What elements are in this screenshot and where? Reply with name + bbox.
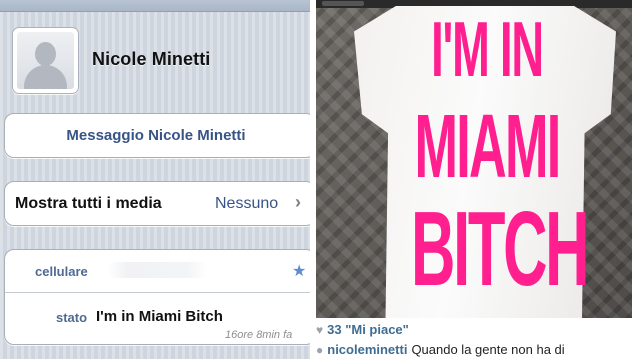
likes-row[interactable]: ♥ 33 "Mi piace" — [316, 322, 409, 337]
mobile-label: cellulare — [35, 264, 88, 279]
likes-count: 33 "Mi piace" — [327, 322, 409, 337]
silhouette-head — [35, 42, 56, 66]
caption-username[interactable]: nicoleminetti — [327, 342, 407, 357]
media-label: Mostra tutti i media — [15, 195, 162, 212]
silhouette-body — [24, 65, 67, 89]
media-value: Nessuno — [215, 195, 279, 212]
show-all-media-row[interactable]: Mostra tutti i media Nessuno › — [4, 181, 310, 226]
tshirt-print: I'M IN MIAMI BITCH — [356, 0, 618, 318]
contact-name: Nicole Minetti — [92, 49, 211, 69]
post-photo[interactable]: I'M IN MIAMI BITCH — [316, 0, 632, 318]
chevron-right-icon: › — [295, 192, 301, 212]
tshirt-line-2: MIAMI — [414, 97, 562, 197]
star-icon[interactable]: ★ — [292, 261, 306, 281]
contact-photo[interactable] — [12, 27, 79, 94]
divider — [5, 292, 310, 293]
heart-icon: ♥ — [316, 323, 324, 337]
caption-row: ● nicoleminetti Quando la gente non ha di — [316, 342, 565, 357]
status-timestamp: 16ore 8min fa — [225, 329, 293, 341]
tshirt-line-3: BITCH — [411, 190, 590, 308]
status-value: I'm in Miami Bitch — [96, 308, 223, 325]
status-label: stato — [56, 310, 88, 325]
message-button[interactable]: Messaggio Nicole Minetti — [4, 113, 310, 158]
contact-info-group: cellulare ★ stato I'm in Miami Bitch 16o… — [4, 249, 310, 345]
comment-icon: ● — [316, 343, 324, 357]
tshirt-line-1: I'M IN — [431, 5, 544, 93]
instagram-post: I'M IN MIAMI BITCH ♥ 33 "Mi piace" ● nicol… — [316, 0, 638, 359]
caption-text: Quando la gente non ha di — [411, 342, 565, 357]
mobile-number-redacted[interactable] — [107, 262, 207, 278]
contact-panel: Nicole Minetti Messaggio Nicole Minetti … — [0, 0, 310, 359]
nav-bar — [0, 0, 310, 12]
person-silhouette-icon — [17, 32, 74, 89]
message-button-label: Messaggio Nicole Minetti — [66, 127, 246, 144]
